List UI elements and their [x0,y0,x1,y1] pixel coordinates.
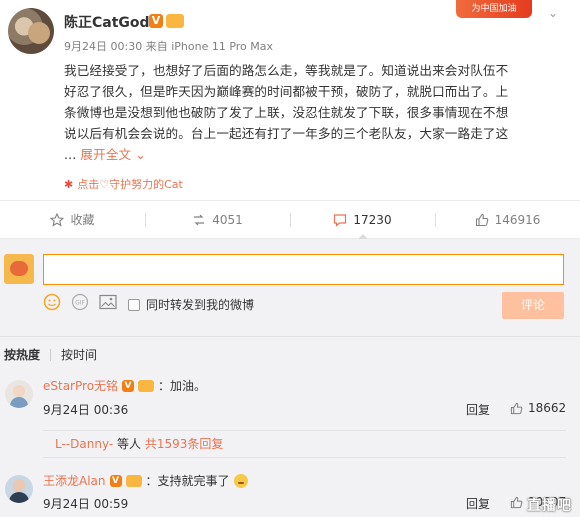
subreplies-summary[interactable]: L--Danny- 等人 共1593条回复 [43,430,566,458]
post-content: 我已经接受了，也想好了后面的路怎么走，等我就是了。知道说出来会对队伍不 好忍了很… [64,60,558,165]
repost-option[interactable]: 同时转发到我的微博 [128,296,254,313]
comment-input[interactable] [43,254,564,285]
comment-icon [334,213,347,227]
verified-icon: V [149,14,163,28]
post-time[interactable]: 9月24日 00:30 [64,40,142,53]
post-actions: 收藏 4051 17230 146916 [0,200,580,239]
star-icon [50,212,65,227]
subreply-count[interactable]: 共1593条回复 [145,437,224,451]
content-line: 条微博也是没想到他也破防了发了上联，没忍住就发了下联，很多事情现在不想 [64,105,509,120]
expand-button[interactable]: 展开全文 ⌄ [80,147,146,162]
subreply-middle: 等人 [117,437,142,451]
sort-time-tab[interactable]: 按时间 [61,346,97,363]
content-ellipsis: ... [64,147,77,162]
comment-body: eStarPro无铭 V ：加油。 [43,377,206,394]
reply-button[interactable]: 回复 [466,401,490,418]
sort-hot-tab[interactable]: 按热度 [4,346,40,363]
content-line-last: ... 展开全文 ⌄ [64,144,558,165]
comment-time: 9月24日 00:36 [43,403,129,417]
comment-like-button[interactable]: 18662 [510,401,566,415]
level-icon [125,474,142,487]
repost-label: 同时转发到我的微博 [146,298,255,312]
post-meta: 9月24日 00:30 来自 iPhone 11 Pro Max [64,38,273,54]
author-avatar[interactable] [8,8,54,54]
verified-icon: V [122,379,135,392]
current-user-avatar [4,254,34,284]
commenter-name[interactable]: eStarPro无铭 [43,377,118,394]
thumbs-up-icon [510,402,523,414]
commenter-avatar[interactable] [5,380,33,408]
like-button[interactable]: 146916 [435,201,580,238]
watermark: 直播吧 [527,498,572,514]
commenter-name[interactable]: 王添龙Alan [43,472,106,489]
post-device[interactable]: iPhone 11 Pro Max [171,40,273,53]
image-icon[interactable] [99,293,117,311]
author-name[interactable]: 陈正CatGod [64,12,150,32]
verified-icon: V [109,474,122,487]
post-source-link[interactable]: ✱ 点击♡守护努力的Cat [64,176,183,192]
commenter-avatar[interactable] [5,475,33,503]
weibo-post: 陈正CatGod V 9月24日 00:30 来自 iPhone 11 Pro … [0,0,580,200]
content-line: 说以后有机会会说的。台上一起还有打了一年多的三个老队友，大家一路走了这 [64,126,509,141]
favorite-button[interactable]: 收藏 [0,201,145,238]
sort-bar: 按热度 按时间 [0,336,580,372]
divider [50,348,52,361]
repost-button[interactable]: 4051 [145,201,290,238]
thumbs-up-icon [510,496,523,508]
reply-button[interactable]: 回复 [466,495,490,512]
comment-body: 王添龙Alan V ：支持就完事了 [43,472,248,489]
level-icon [166,14,184,28]
submit-comment-button[interactable]: 评论 [502,292,564,319]
svg-text:GIF: GIF [75,300,85,307]
repost-icon [194,214,205,225]
comment-text: ：加油。 [158,379,207,393]
comment-text: ：支持就完事了 [145,474,230,488]
gif-icon[interactable]: GIF [71,293,89,311]
author-badges: V [149,14,184,28]
source-prefix: 来自 [145,40,168,53]
chevron-down-icon: ⌄ [131,147,146,162]
comment-time: 9月24日 00:59 [43,497,129,511]
thumbs-up-icon [475,213,488,226]
more-chevron-icon[interactable]: ⌄ [548,7,562,19]
emoji-icon[interactable] [43,293,61,311]
campaign-banner[interactable]: 为中国加油 [456,0,532,18]
composer-tools: GIF [43,293,117,311]
emoji-face-icon [233,473,248,488]
content-line: 我已经接受了，也想好了后面的路怎么走，等我就是了。知道说出来会对队伍不 [64,63,509,78]
repost-checkbox[interactable] [128,298,140,311]
level-icon [138,379,155,392]
flower-icon: ✱ [64,178,74,191]
content-line: 好忍了很久，但是昨天因为巅峰赛的时间都被干预，破防了，就脱口而出了。上 [64,84,509,99]
comment-button[interactable]: 17230 [290,201,435,239]
subreply-author[interactable]: L--Danny- [55,437,113,451]
